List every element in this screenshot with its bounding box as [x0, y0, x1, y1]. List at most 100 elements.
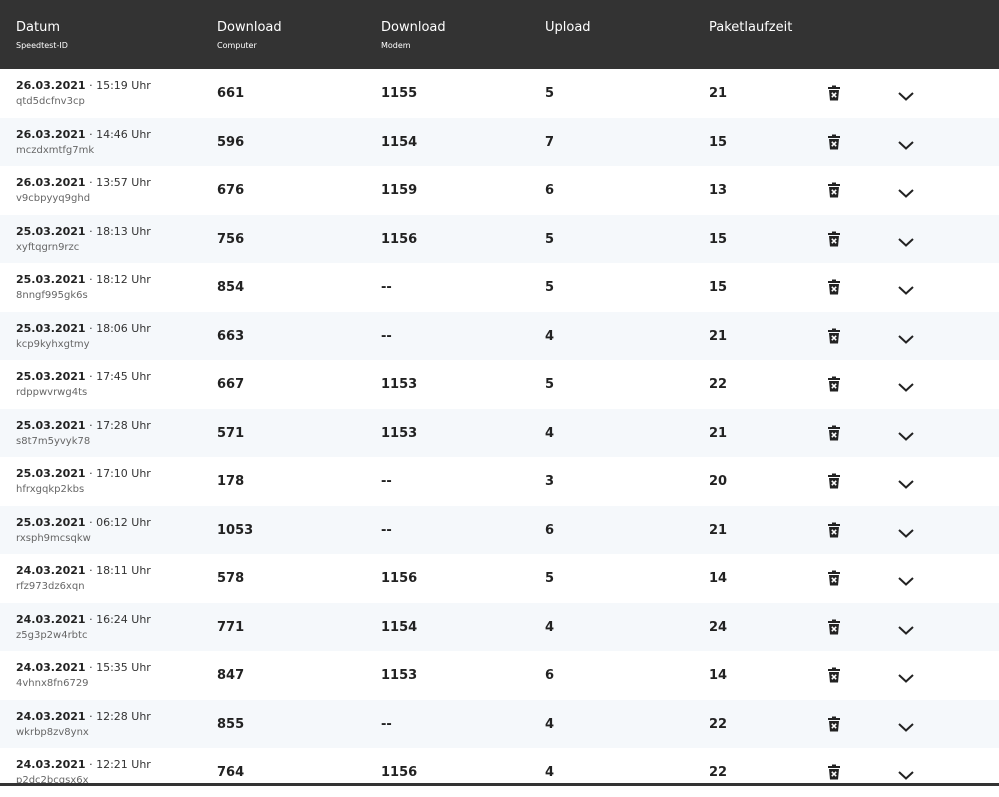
chevron-down-icon[interactable]	[897, 233, 915, 247]
table-row[interactable]: 25.03.2021 · 17:28 Uhr s8t7m5yvyk78 571 115…	[0, 408, 999, 457]
header-datum-sublabel: Speedtest-ID	[16, 41, 68, 50]
row-download-modem: --	[381, 716, 392, 732]
trash-icon[interactable]	[827, 376, 841, 392]
row-date-day: 26.03.2021	[16, 127, 86, 141]
trash-icon[interactable]	[827, 522, 841, 538]
row-upload: 4	[545, 716, 555, 732]
row-date-day: 25.03.2021	[16, 418, 86, 432]
row-date-time: · 13:57 Uhr	[89, 176, 151, 189]
trash-icon[interactable]	[827, 425, 841, 441]
row-speedtest-id: kcp9kyhxgtmy	[16, 338, 90, 350]
row-date: 25.03.2021 · 17:28 Uhr	[16, 419, 151, 433]
header-datum[interactable]: Datum Speedtest-ID	[16, 20, 68, 52]
table-row[interactable]: 26.03.2021 · 13:57 Uhr v9cbpyyq9ghd 676 115…	[0, 166, 999, 215]
table-row[interactable]: 24.03.2021 · 12:28 Uhr wkrbp8zv8ynx 855 -- 4…	[0, 699, 999, 748]
row-download-modem: 1156	[381, 231, 418, 247]
row-paketlaufzeit: 15	[709, 134, 728, 150]
trash-icon[interactable]	[827, 667, 841, 683]
row-date-day: 25.03.2021	[16, 224, 86, 238]
chevron-down-icon[interactable]	[897, 718, 915, 732]
row-paketlaufzeit: 24	[709, 619, 728, 635]
chevron-down-icon[interactable]	[897, 475, 915, 489]
row-download-computer: 571	[217, 425, 245, 441]
table-row[interactable]: 25.03.2021 · 17:45 Uhr rdppwvrwg4ts 667 115…	[0, 360, 999, 409]
row-download-computer: 756	[217, 231, 245, 247]
header-download-modem[interactable]: Download Modem	[381, 20, 446, 52]
row-download-modem: --	[381, 474, 392, 489]
trash-icon[interactable]	[827, 279, 841, 295]
table-header: Datum Speedtest-ID Download Computer Dow…	[0, 0, 999, 69]
chevron-down-icon[interactable]	[897, 572, 915, 586]
table-row[interactable]: 26.03.2021 · 14:46 Uhr mczdxmtfg7mk 596 115…	[0, 117, 999, 166]
table-row[interactable]: 25.03.2021 · 18:12 Uhr 8nngf995gk6s 854 -- 5…	[0, 263, 999, 312]
row-date-day: 25.03.2021	[16, 321, 86, 335]
row-speedtest-id: hfrxgqkp2kbs	[16, 484, 85, 495]
table-row[interactable]: 24.03.2021 · 18:11 Uhr rfz973dz6xqn 578 115…	[0, 554, 999, 603]
row-download-modem: 1156	[381, 571, 418, 586]
header-datum-label: Datum	[16, 20, 60, 35]
row-date: 25.03.2021 · 18:12 Uhr	[16, 273, 151, 287]
row-speedtest-id: 8nngf995gk6s	[16, 290, 88, 301]
trash-icon[interactable]	[827, 328, 841, 344]
chevron-down-icon[interactable]	[897, 378, 915, 392]
trash-icon[interactable]	[827, 764, 841, 780]
header-download-computer[interactable]: Download Computer	[217, 20, 282, 52]
table-row[interactable]: 25.03.2021 · 17:10 Uhr hfrxgqkp2kbs 178 -- 3…	[0, 457, 999, 506]
table-row[interactable]: 26.03.2021 · 15:19 Uhr qtd5dcfnv3cp 661 115…	[0, 69, 999, 118]
trash-icon[interactable]	[827, 134, 841, 150]
table-row[interactable]: 25.03.2021 · 06:12 Uhr rxsph9mcsqkw 1053 --…	[0, 505, 999, 554]
trash-icon[interactable]	[827, 85, 841, 101]
header-download-computer-label: Download	[217, 20, 282, 35]
row-paketlaufzeit: 22	[709, 716, 728, 732]
chevron-down-icon[interactable]	[897, 621, 915, 635]
row-download-modem: 1153	[381, 668, 418, 683]
trash-icon[interactable]	[827, 182, 841, 198]
chevron-down-icon[interactable]	[897, 524, 915, 538]
table-row[interactable]: 24.03.2021 · 15:35 Uhr 4vhnx8fn6729 847 115…	[0, 651, 999, 700]
row-upload: 4	[545, 619, 555, 635]
row-download-modem: --	[381, 280, 392, 295]
row-date-time: · 17:45 Uhr	[89, 370, 151, 383]
row-paketlaufzeit: 15	[709, 231, 728, 247]
results-table-body: 26.03.2021 · 15:19 Uhr qtd5dcfnv3cp 661 115…	[0, 69, 999, 797]
trash-icon[interactable]	[827, 473, 841, 489]
chevron-down-icon[interactable]	[897, 330, 915, 344]
row-download-modem: 1156	[381, 765, 418, 780]
table-row[interactable]: 24.03.2021 · 16:24 Uhr z5g3p2w4rbtc 771 115…	[0, 602, 999, 651]
header-paketlaufzeit[interactable]: Paketlaufzeit	[709, 20, 792, 36]
table-row[interactable]: 24.03.2021 · 12:21 Uhr p2dc2bcgsx6x 764 115…	[0, 748, 999, 797]
row-download-computer: 855	[217, 716, 245, 732]
table-row[interactable]: 25.03.2021 · 18:06 Uhr kcp9kyhxgtmy 663 -- 4…	[0, 311, 999, 360]
row-date-time: · 14:46 Uhr	[89, 127, 151, 141]
chevron-down-icon[interactable]	[897, 669, 915, 683]
row-date-time: · 12:28 Uhr	[89, 709, 151, 723]
row-download-modem: 1153	[381, 425, 418, 441]
row-paketlaufzeit: 21	[709, 425, 728, 441]
row-upload: 6	[545, 183, 555, 198]
row-date-time: · 17:10 Uhr	[89, 467, 151, 480]
table-row[interactable]: 25.03.2021 · 18:13 Uhr xyftqgrn9rzc 756 115…	[0, 214, 999, 263]
trash-icon[interactable]	[827, 716, 841, 732]
row-download-modem: 1154	[381, 619, 418, 635]
chevron-down-icon[interactable]	[897, 766, 915, 780]
row-date: 25.03.2021 · 17:10 Uhr	[16, 467, 151, 481]
row-date: 25.03.2021 · 18:06 Uhr	[16, 322, 151, 336]
chevron-down-icon[interactable]	[897, 427, 915, 441]
row-speedtest-id: xyftqgrn9rzc	[16, 241, 80, 253]
row-paketlaufzeit: 21	[709, 522, 728, 538]
chevron-down-icon[interactable]	[897, 136, 915, 150]
row-upload: 3	[545, 474, 555, 489]
header-upload[interactable]: Upload	[545, 20, 591, 36]
row-paketlaufzeit: 15	[709, 280, 728, 295]
trash-icon[interactable]	[827, 570, 841, 586]
trash-icon[interactable]	[827, 231, 841, 247]
row-download-computer: 178	[217, 474, 245, 489]
row-date-time: · 18:06 Uhr	[89, 321, 151, 335]
chevron-down-icon[interactable]	[897, 184, 915, 198]
trash-icon[interactable]	[827, 619, 841, 635]
row-date-time: · 12:21 Uhr	[89, 758, 151, 771]
chevron-down-icon[interactable]	[897, 281, 915, 295]
row-date-day: 24.03.2021	[16, 661, 86, 674]
header-download-modem-sublabel: Modem	[381, 41, 411, 50]
chevron-down-icon[interactable]	[897, 87, 915, 101]
